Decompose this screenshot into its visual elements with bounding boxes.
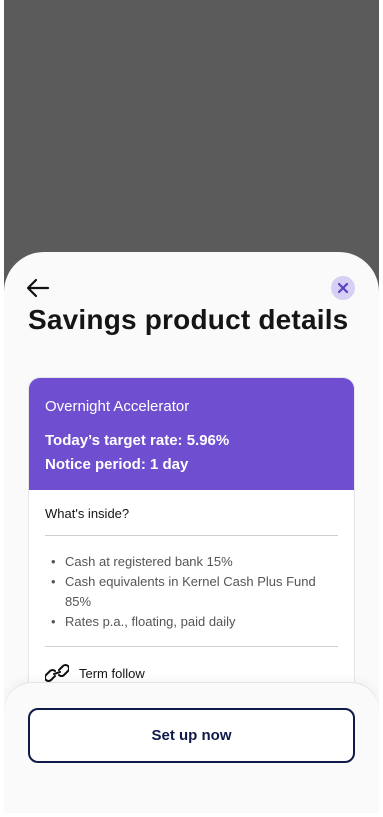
- product-name: Overnight Accelerator: [45, 398, 190, 415]
- modal-overlay[interactable]: Savings product details Overnight Accele…: [4, 0, 379, 813]
- list-item: Rates p.a., floating, paid daily: [49, 612, 338, 632]
- holdings-list: Cash at registered bank 15% Cash equival…: [45, 536, 338, 647]
- close-button[interactable]: [331, 276, 355, 300]
- product-card-body: What's inside? Cash at registered bank 1…: [29, 490, 354, 683]
- notice-period: Notice period: 1 day: [45, 456, 189, 473]
- sticky-footer: Set up now: [4, 683, 379, 813]
- product-card-header: Overnight Accelerator Today’s target rat…: [29, 378, 354, 490]
- terms-link-label: Term follow: [79, 665, 145, 681]
- set-up-now-button[interactable]: Set up now: [28, 708, 355, 763]
- list-item: Cash equivalents in Kernel Cash Plus Fun…: [49, 572, 338, 612]
- list-item: Cash at registered bank 15%: [49, 552, 338, 572]
- arrow-left-icon: [26, 278, 50, 298]
- terms-link[interactable]: Term follow: [45, 647, 338, 683]
- target-rate: Today’s target rate: 5.96%: [45, 432, 230, 449]
- close-icon: [337, 282, 349, 294]
- back-button[interactable]: [24, 275, 52, 301]
- whats-inside-label: What's inside?: [45, 506, 338, 536]
- page-title: Savings product details: [28, 304, 349, 335]
- link-icon: [45, 663, 69, 683]
